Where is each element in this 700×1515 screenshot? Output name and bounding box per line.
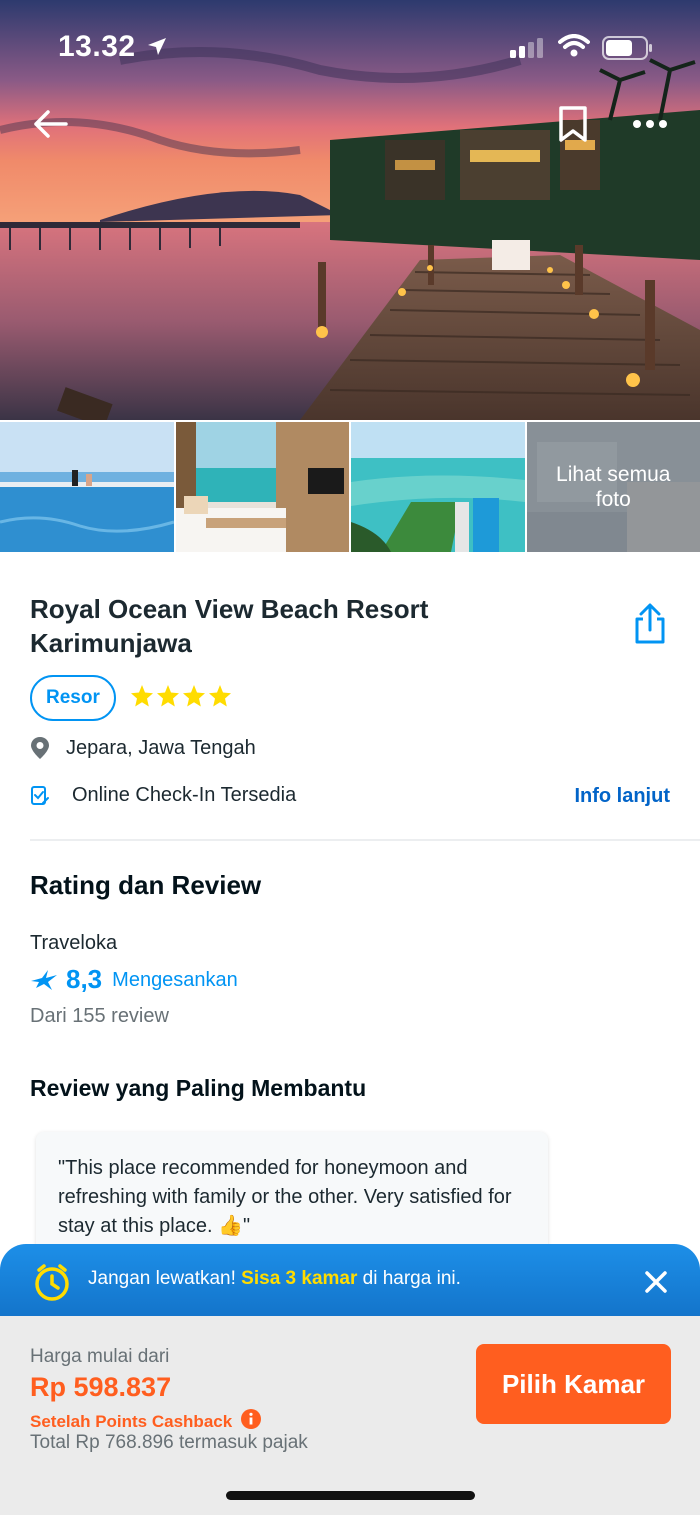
rating-source: Traveloka [30,932,118,954]
more-options-button[interactable] [626,100,674,148]
hotel-name: Royal Ocean View Beach Resort Karimunjaw… [30,594,429,658]
bookmark-icon [559,106,587,142]
bookmark-button[interactable] [549,100,597,148]
rating-score-row[interactable]: 8,3 Mengesankan [30,964,238,995]
urgency-highlight: Sisa 3 kamar [241,1268,358,1289]
home-indicator [226,1491,475,1500]
share-icon [635,603,665,644]
thumbnail-pool[interactable] [0,422,174,552]
photo-thumbnails: Lihat semua foto [0,422,700,552]
review-count: Dari 155 review [30,1005,169,1027]
see-all-photos-label: Lihat semua foto [526,422,700,552]
price-label: Harga mulai dari [30,1346,170,1367]
status-time: 13.32 [58,30,136,63]
rating-score: 8,3 [66,964,103,994]
price-value: Rp 598.837 [30,1372,172,1402]
battery-icon [602,36,654,60]
urgency-text: Jangan lewatkan! Sisa 3 kamar di harga i… [88,1268,461,1290]
wifi-icon [558,34,590,58]
info-more-link[interactable]: Info lanjut [574,785,670,808]
rating-section-title: Rating dan Review [30,870,262,900]
urgency-prefix: Jangan lewatkan! [88,1268,242,1289]
close-icon [645,1271,667,1293]
thumbnail-bedroom[interactable] [175,422,349,552]
property-type-badge: Resor [30,675,116,721]
helpful-reviews-title: Review yang Paling Membantu [30,1075,367,1101]
cashback-row[interactable]: Setelah Points Cashback [30,1408,262,1435]
online-checkin-row: Online Check-In Tersedia [30,784,296,807]
star-icon [131,685,153,707]
review-text: "This place recommended for honeymoon an… [58,1157,512,1237]
location-text: Jepara, Jawa Tengah [66,736,256,759]
location-arrow-icon [146,36,168,58]
close-banner-button[interactable] [640,1266,672,1303]
share-button[interactable] [632,602,668,651]
urgency-banner: Jangan lewatkan! Sisa 3 kamar di harga i… [0,1244,700,1320]
section-divider [30,839,700,841]
location-row[interactable]: Jepara, Jawa Tengah [30,736,256,760]
urgency-suffix: di harga ini. [357,1268,461,1289]
status-bar: 13.32 [0,0,700,95]
see-all-photos-button[interactable]: Lihat semua foto [526,422,700,552]
timer-icon [32,1262,72,1307]
hero-photo[interactable]: 13.32 [0,0,700,420]
review-card[interactable]: "This place recommended for honeymoon an… [36,1132,548,1262]
rating-descriptor: Mengesankan [112,969,238,991]
cellular-signal-icon [510,37,546,59]
arrow-left-icon [34,110,68,138]
back-button[interactable] [26,100,74,148]
booking-bar: Harga mulai dari Rp 598.837 Setelah Poin… [0,1316,700,1515]
cashback-label: Setelah Points Cashback [30,1411,233,1431]
star-icon [157,685,179,707]
checkin-document-icon [31,785,49,805]
star-icon [183,685,205,707]
more-dots-icon [633,120,667,128]
info-icon[interactable] [240,1408,262,1435]
star-rating [130,684,232,708]
star-icon [209,685,231,707]
traveloka-bird-icon [31,969,57,990]
total-price: Total Rp 768.896 termasuk pajak [30,1432,308,1453]
thumbnail-aerial[interactable] [351,422,525,552]
checkin-text: Online Check-In Tersedia [72,784,297,806]
map-pin-icon [31,737,49,759]
choose-room-button[interactable]: Pilih Kamar [476,1344,671,1424]
